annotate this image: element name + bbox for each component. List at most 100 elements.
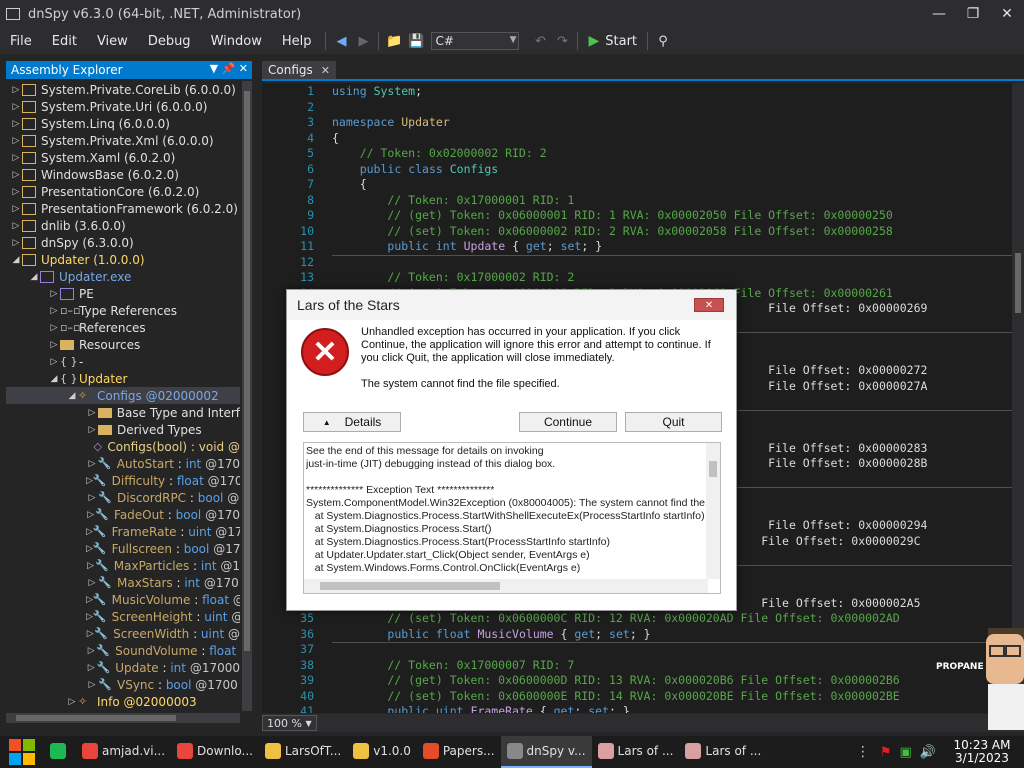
scrollbar-thumb[interactable] <box>1015 253 1021 313</box>
start-button[interactable] <box>0 736 44 768</box>
taskbar-item[interactable]: LarsOfT... <box>259 736 347 768</box>
tree-item[interactable]: ▷ System.Linq (6.0.0.0) <box>6 115 240 132</box>
wrench-icon: 🔧 <box>96 660 111 674</box>
taskbar-item[interactable]: Lars of ... <box>679 736 767 768</box>
tree-item[interactable]: ▷ 🔧 AutoStart : int @170 <box>6 455 240 472</box>
nav-forward-icon[interactable]: ▶ <box>352 30 374 52</box>
tree-item[interactable]: ▷ 🔧 SoundVolume : float <box>6 642 240 659</box>
tree-item-selected[interactable]: ◢ ✧ Configs @02000002 <box>6 387 240 404</box>
minimize-button[interactable]: — <box>922 0 956 28</box>
nav-back-icon[interactable]: ◀ <box>330 30 352 52</box>
continue-button[interactable]: Continue <box>519 412 617 432</box>
details-textbox[interactable]: See the end of this message for details … <box>303 442 721 594</box>
menu-file[interactable]: File <box>0 34 42 49</box>
tree-item[interactable]: ▷ dnSpy (6.3.0.0) <box>6 234 240 251</box>
editor-vertical-scrollbar[interactable] <box>1012 83 1024 713</box>
tree-item[interactable]: ▷ 🔧 Fullscreen : bool @17 <box>6 540 240 557</box>
language-select[interactable]: C# ▼ <box>431 32 520 50</box>
redo-icon[interactable]: ↷ <box>551 30 573 52</box>
search-icon[interactable]: ⚲ <box>652 30 674 52</box>
details-button[interactable]: ▲ Details <box>303 412 401 432</box>
tree-item[interactable]: ▷ WindowsBase (6.0.2.0) <box>6 166 240 183</box>
tree-item[interactable]: ▷ 🔧 FadeOut : bool @170 <box>6 506 240 523</box>
module-icon <box>40 270 54 283</box>
tree-item[interactable]: ▷ 🔧 DiscordRPC : bool @ <box>6 489 240 506</box>
taskbar-item[interactable]: amjad.vi... <box>76 736 171 768</box>
tree-item[interactable]: ▷ dnlib (3.6.0.0) <box>6 217 240 234</box>
details-vertical-scrollbar[interactable] <box>706 443 720 579</box>
scrollbar-thumb[interactable] <box>320 582 500 590</box>
taskbar-item[interactable]: Downlo... <box>171 736 259 768</box>
tree-item[interactable]: ▷🔧ScreenHeight : uint @ <box>6 608 240 625</box>
folder-icon <box>97 407 112 418</box>
tree-item[interactable]: ▷ 🔧 FrameRate : uint @17 <box>6 523 240 540</box>
zoom-select[interactable]: 100 % ▼ <box>262 715 317 731</box>
scrollbar-thumb[interactable] <box>244 91 250 651</box>
dialog-title: Lars of the Stars <box>297 297 400 313</box>
dialog-close-button[interactable]: ✕ <box>694 298 724 312</box>
tree-item[interactable]: ▷ Derived Types <box>6 421 240 438</box>
taskbar-item[interactable]: Papers... <box>417 736 501 768</box>
scrollbar-thumb[interactable] <box>16 715 176 721</box>
close-icon[interactable]: ✕ <box>321 64 330 77</box>
assembly-icon <box>22 134 36 147</box>
open-folder-icon[interactable]: 📁 <box>383 30 405 52</box>
taskbar-item[interactable]: v1.0.0 <box>347 736 417 768</box>
tree-item[interactable]: ◢ Updater.exe <box>6 268 240 285</box>
tree-item[interactable]: ▷ PresentationFramework (6.0.2.0) <box>6 200 240 217</box>
taskbar-item[interactable]: dnSpy v... <box>500 736 592 768</box>
explorer-vertical-scrollbar[interactable] <box>242 81 252 711</box>
tree-item[interactable]: ▷ PresentationCore (6.0.2.0) <box>6 183 240 200</box>
menu-view[interactable]: View <box>87 34 138 49</box>
taskbar-item[interactable]: Lars of ... <box>592 736 680 768</box>
menu-edit[interactable]: Edit <box>42 34 87 49</box>
tree-item[interactable]: ◢{ } Updater <box>6 370 240 387</box>
start-debug-button[interactable]: ▶ Start <box>588 33 637 49</box>
flag-icon[interactable]: ⚑ <box>880 745 892 760</box>
tree-item[interactable]: ▷ 🔧 Update : int @17000 <box>6 659 240 676</box>
tree-item[interactable]: ▷{ } - <box>6 353 240 370</box>
tree-item[interactable]: ▷ 🔧 Difficulty : float @170 <box>6 472 240 489</box>
maximize-button[interactable]: ❐ <box>956 0 990 28</box>
tree-item[interactable]: ◇ Configs(bool) : void @ <box>6 438 240 455</box>
explorer-horizontal-scrollbar[interactable] <box>6 713 240 723</box>
tree-item[interactable]: ▷ 🔧 VSync : bool @1700 <box>6 676 240 693</box>
assembly-icon <box>22 219 36 232</box>
tree-item[interactable]: ▷ System.Xaml (6.0.2.0) <box>6 149 240 166</box>
tree-item[interactable]: ▷ Resources <box>6 336 240 353</box>
details-horizontal-scrollbar[interactable] <box>304 579 708 593</box>
tree-item[interactable]: ▷ PE <box>6 285 240 302</box>
tree-item[interactable]: ▷ ✧ Info @02000003 <box>6 693 240 710</box>
more-icon[interactable]: ⋮ <box>856 744 870 760</box>
tree-item[interactable]: ◢ Updater (1.0.0.0) <box>6 251 240 268</box>
tree-item[interactable]: ▷🔧MusicVolume : float @ <box>6 591 240 608</box>
menu-help[interactable]: Help <box>272 34 322 49</box>
tree-item[interactable]: ▷ Base Type and Interf <box>6 404 240 421</box>
tab-configs[interactable]: Configs ✕ <box>262 61 336 79</box>
network-icon[interactable]: ▣ <box>900 745 912 760</box>
tree-item[interactable]: ▷ 🔧 ScreenWidth : uint @ <box>6 625 240 642</box>
tree-item[interactable]: ▷ 🔧 MaxStars : int @170 <box>6 574 240 591</box>
scrollbar-thumb[interactable] <box>709 461 717 477</box>
menu-window[interactable]: Window <box>201 34 272 49</box>
volume-icon[interactable]: 🔊 <box>920 745 936 760</box>
line-number: 37 <box>300 642 314 656</box>
panel-options-icon[interactable]: ▼ 📌 ✕ <box>210 62 248 75</box>
toolbar-separator <box>378 32 380 50</box>
menu-debug[interactable]: Debug <box>138 34 201 49</box>
tree-item[interactable]: ▷ System.Private.Xml (6.0.0.0) <box>6 132 240 149</box>
code-text: // (get) Token: 0x06000001 RID: 1 RVA: 0… <box>332 208 893 222</box>
references-icon: ▫–▫ <box>60 320 81 334</box>
save-all-icon[interactable]: 💾 <box>405 30 427 52</box>
tree-item[interactable]: ▷ System.Private.CoreLib (6.0.0.0) <box>6 81 240 98</box>
tree-item[interactable]: ▷ ▫–▫ Type References <box>6 302 240 319</box>
code-line: 38 // Token: 0x17000007 RID: 7 <box>262 658 1024 674</box>
quit-button[interactable]: Quit <box>625 412 722 432</box>
taskbar-item[interactable] <box>44 736 76 768</box>
close-button[interactable]: ✕ <box>990 0 1024 28</box>
undo-icon[interactable]: ↶ <box>529 30 551 52</box>
tree-item[interactable]: ▷ 🔧 MaxParticles : int @1 <box>6 557 240 574</box>
tree-item[interactable]: ▷ ▫–▫ References <box>6 319 240 336</box>
tree-item[interactable]: ▷ System.Private.Uri (6.0.0.0) <box>6 98 240 115</box>
clock[interactable]: 10:23 AM 3/1/2023 <box>940 739 1024 765</box>
